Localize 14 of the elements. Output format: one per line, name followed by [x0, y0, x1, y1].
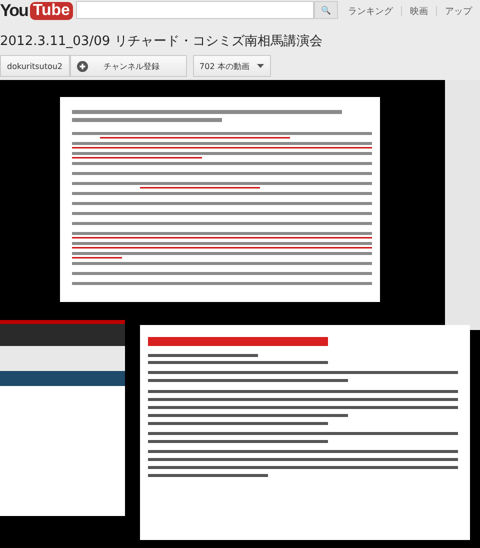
- logo[interactable]: You Tube: [0, 1, 76, 21]
- search-button[interactable]: 🔍: [314, 1, 338, 19]
- videos-dropdown[interactable]: 702 本の動画: [192, 55, 272, 77]
- logo-badge: Tube: [30, 2, 73, 20]
- logo-text: You: [0, 1, 28, 21]
- nav-link[interactable]: 映画: [410, 4, 428, 18]
- video-title: 2012.3.11_03/09 リチャード・コシミズ南相馬講演会: [0, 33, 324, 50]
- caret-icon: [257, 64, 264, 68]
- search-field[interactable]: [76, 1, 314, 19]
- plus-icon: [76, 60, 88, 72]
- subscribe-button[interactable]: チャンネル登録: [70, 55, 187, 77]
- channel-button[interactable]: dokuritsutou2: [0, 55, 70, 77]
- nav-link[interactable]: アップ: [445, 4, 472, 18]
- nav-link[interactable]: ランキング: [348, 4, 393, 18]
